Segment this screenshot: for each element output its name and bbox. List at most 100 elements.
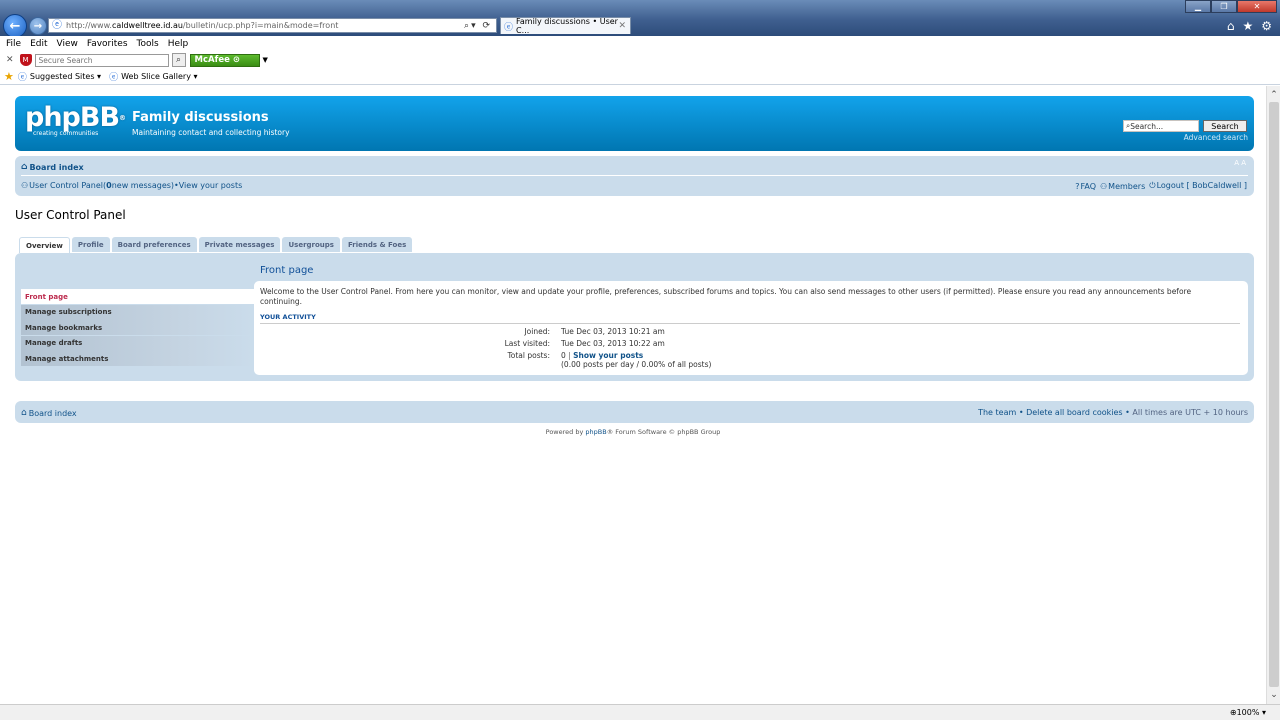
close-window-icon[interactable]: ✕: [1237, 0, 1277, 13]
mcafee-button[interactable]: McAfee ⊙: [189, 53, 260, 67]
logout-link[interactable]: ⏻Logout [ BobCaldwell ]: [1149, 181, 1247, 191]
tab-overview[interactable]: Overview: [19, 237, 70, 253]
home-icon: ⌂: [21, 162, 28, 172]
navbar: ⌂ Board index A A ⚇ User Control Panel (…: [15, 156, 1254, 196]
content-title: Front page: [260, 265, 314, 276]
menu-tools[interactable]: Tools: [137, 39, 159, 49]
favorites-star-icon[interactable]: ★: [1242, 19, 1253, 33]
menu-help[interactable]: Help: [168, 39, 189, 49]
fav-label: Web Slice Gallery ▾: [121, 71, 198, 81]
footer-links: The team • Delete all board cookies • Al…: [978, 408, 1248, 417]
tab-board-preferences[interactable]: Board preferences: [111, 237, 197, 252]
tab-private-messages[interactable]: Private messages: [198, 237, 281, 252]
menu-view[interactable]: View: [57, 39, 78, 49]
advanced-search-link[interactable]: Advanced search: [1184, 133, 1248, 142]
logo-text: phpBB: [25, 102, 120, 133]
tab-profile[interactable]: Profile: [71, 237, 110, 252]
show-your-posts-link[interactable]: Show your posts: [573, 351, 643, 360]
fav-web-slice-gallery[interactable]: ⓔ Web Slice Gallery ▾: [109, 70, 197, 83]
user-icon: ⚇: [21, 181, 29, 190]
menu-edit[interactable]: Edit: [30, 39, 47, 49]
faq-link[interactable]: ?FAQ: [1075, 182, 1096, 191]
url-path: /bulletin/ucp.php?i=main&mode=front: [182, 21, 339, 30]
activity-divider: [260, 323, 1240, 324]
url-prefix: http://www.: [66, 21, 112, 30]
home-icon[interactable]: ⌂: [1227, 19, 1235, 33]
site-title: Family discussions: [132, 110, 269, 125]
menu-file[interactable]: File: [6, 39, 21, 49]
last-visited-value: Tue Dec 03, 2013 10:22 am: [561, 339, 665, 348]
footer-navbar: ⌂ Board index The team • Delete all boar…: [15, 401, 1254, 423]
minimize-icon[interactable]: ▁: [1185, 0, 1211, 13]
url-host: caldwelltree.id.au: [111, 21, 183, 30]
menu-manage-drafts[interactable]: Manage drafts: [21, 335, 254, 351]
scroll-down-icon[interactable]: ⌄: [1267, 688, 1280, 702]
back-arrow-icon[interactable]: ←: [3, 14, 27, 38]
ie-icon: ⓔ: [109, 72, 119, 83]
menu-manage-subscriptions[interactable]: Manage subscriptions: [21, 304, 254, 320]
the-team-link[interactable]: The team: [978, 408, 1016, 417]
favorites-star-icon[interactable]: ★: [4, 70, 14, 83]
ucp-tabs: Overview Profile Board preferences Priva…: [19, 237, 413, 253]
page-viewport: phpBB® creating communities Family discu…: [0, 86, 1266, 704]
powered-by: Powered by phpBB® Forum Software © phpBB…: [0, 428, 1266, 436]
address-bar[interactable]: ⓔ http://www. caldwelltree.id.au/bulletin…: [48, 18, 497, 33]
search-button[interactable]: Search: [1203, 120, 1247, 132]
timezone-text: All times are UTC + 10 hours: [1132, 408, 1248, 417]
menu-manage-attachments[interactable]: Manage attachments: [21, 351, 254, 366]
toolbar-close-icon[interactable]: ✕: [6, 55, 14, 65]
menu-front-page[interactable]: Front page: [21, 289, 254, 304]
favorites-bar: ★ ⓔ Suggested Sites ▾ ⓔ Web Slice Gallery …: [0, 68, 1280, 85]
fav-suggested-sites[interactable]: ⓔ Suggested Sites ▾: [18, 70, 101, 83]
window-controls: ▁ ❐ ✕: [1185, 0, 1277, 13]
tab-title: Family discussions • User C...: [516, 17, 618, 35]
ucp-link[interactable]: User Control Panel: [29, 181, 103, 190]
joined-value: Tue Dec 03, 2013 10:21 am: [561, 327, 665, 336]
vertical-scrollbar[interactable]: ⌃ ⌄: [1266, 86, 1280, 704]
members-link[interactable]: ⚇Members: [1100, 182, 1145, 191]
scroll-up-icon[interactable]: ⌃: [1267, 88, 1280, 102]
powered-prefix: Powered by: [545, 428, 586, 436]
mcafee-shield-icon[interactable]: M: [19, 54, 32, 66]
ie-page-icon: ⓔ: [52, 20, 62, 31]
zoom-control[interactable]: ⊕100% ▾: [1230, 708, 1266, 717]
help-icon: ?: [1075, 181, 1080, 191]
footer-board-index-link[interactable]: Board index: [29, 409, 77, 418]
new-messages-text[interactable]: new messages): [112, 181, 174, 190]
tab-friends-foes[interactable]: Friends & Foes: [341, 237, 413, 252]
home-icon: ⌂: [21, 408, 27, 418]
menu-favorites[interactable]: Favorites: [87, 39, 128, 49]
ucp-panel: Front page Manage subscriptions Manage b…: [15, 253, 1254, 381]
browser-tab[interactable]: ⓔ Family discussions • User C... ✕: [500, 17, 631, 35]
magnifier-icon[interactable]: ⌕: [171, 53, 186, 67]
faq-label: FAQ: [1080, 181, 1097, 191]
posts-stats: (0.00 posts per day / 0.00% of all posts…: [561, 360, 712, 369]
delete-cookies-link[interactable]: Delete all board cookies: [1026, 408, 1123, 417]
mcafee-dropdown-icon[interactable]: ▼: [263, 56, 268, 64]
content-box: Welcome to the User Control Panel. From …: [254, 281, 1248, 375]
forum-search-input[interactable]: ⌕ Search...: [1123, 120, 1199, 132]
tab-usergroups[interactable]: Usergroups: [282, 237, 340, 252]
fav-label: Suggested Sites ▾: [29, 71, 102, 81]
secure-search-input[interactable]: [34, 53, 169, 67]
chrome-icons: ⌂ ★ ⚙: [1227, 19, 1272, 33]
font-resize-icon[interactable]: A A: [1234, 159, 1246, 167]
browser-titlebar: ← → ⓔ http://www. caldwelltree.id.au/bull…: [0, 0, 1280, 38]
address-search-refresh-icon[interactable]: ⌕▾ ⟳: [464, 21, 496, 31]
menu-manage-bookmarks[interactable]: Manage bookmarks: [21, 320, 254, 335]
tab-close-icon[interactable]: ✕: [618, 21, 626, 31]
maximize-icon[interactable]: ❐: [1211, 0, 1237, 13]
nav-right-links: ?FAQ ⚇Members ⏻Logout [ BobCaldwell ]: [1075, 181, 1247, 191]
forward-arrow-icon[interactable]: →: [29, 17, 47, 35]
phpbb-link[interactable]: phpBB: [585, 428, 606, 436]
board-index-link[interactable]: Board index: [29, 163, 83, 172]
view-your-posts-link[interactable]: View your posts: [179, 181, 243, 190]
bullet: •: [1018, 408, 1027, 417]
phpbb-logo[interactable]: phpBB® creating communities: [25, 102, 126, 138]
gear-icon[interactable]: ⚙: [1261, 19, 1272, 33]
nav-divider: [21, 175, 1248, 176]
tab-ie-icon: ⓔ: [504, 22, 514, 33]
powered-suffix: ® Forum Software © phpBB Group: [606, 428, 721, 436]
scroll-thumb[interactable]: [1269, 102, 1279, 687]
breadcrumb: ⌂ Board index: [21, 162, 84, 172]
